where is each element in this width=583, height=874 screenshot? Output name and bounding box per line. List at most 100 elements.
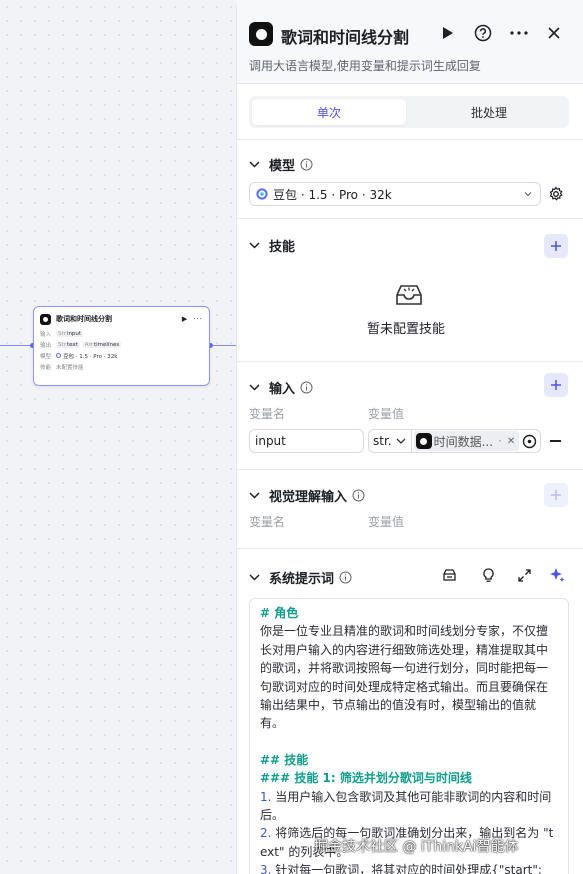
chevron-down-icon bbox=[523, 188, 533, 202]
info-icon[interactable] bbox=[300, 381, 313, 394]
system-prompt-editor[interactable]: # 角色你是一位专业且精准的歌词和时间线划分专家，不仅擅 长对用户输入的内容进行细… bbox=[249, 598, 569, 874]
info-icon[interactable] bbox=[300, 158, 313, 171]
node-input-tag: Strinput bbox=[56, 330, 84, 337]
prompt-text-line: 你是一位专业且精准的歌词和时间线划分专家，不仅擅 bbox=[260, 624, 549, 639]
chevron-down-icon bbox=[249, 242, 260, 249]
node-model-value: 豆包 · 1.5 · Pro · 32k bbox=[63, 353, 118, 360]
prompt-text-line: 的歌词，并将歌词按照每一句进行划分，同时能把每一 bbox=[260, 661, 549, 676]
tab-single[interactable]: 单次 bbox=[252, 99, 406, 125]
help-icon[interactable] bbox=[472, 22, 494, 44]
prompt-blank-line bbox=[260, 733, 558, 751]
node-config-panel: 歌词和时间线分割 调用大语言模型,使用变量和提示词生成回复 单次 批处理 模型 … bbox=[236, 0, 583, 874]
prompt-text-line: 有。 bbox=[260, 716, 285, 731]
divider bbox=[237, 218, 583, 219]
model-select-value: 豆包 · 1.5 · Pro · 32k bbox=[273, 187, 392, 202]
expand-icon[interactable] bbox=[518, 569, 531, 582]
doubao-logo-icon bbox=[40, 313, 51, 325]
incoming-edge bbox=[0, 345, 32, 346]
input-col-name: 变量名 bbox=[249, 407, 286, 421]
divider bbox=[237, 361, 583, 362]
chevron-down-icon bbox=[249, 161, 260, 168]
llm-node-card[interactable]: 歌词和时间线分割 ▶ ··· 输入 Strinput 输出 Strtext Ar… bbox=[33, 306, 210, 386]
variable-name-value: input bbox=[255, 434, 286, 448]
input-section-header[interactable]: 输入 bbox=[249, 378, 313, 397]
prompt-numbered-line: 1. 当用户输入包含歌词及其他可能非歌词的内容和时间 bbox=[260, 788, 558, 806]
panel-header: 歌词和时间线分割 调用大语言模型,使用变量和提示词生成回复 bbox=[237, 0, 583, 84]
ai-optimize-icon[interactable] bbox=[549, 567, 565, 583]
workflow-canvas[interactable]: 歌词和时间线分割 ▶ ··· 输入 Strinput 输出 Strtext Ar… bbox=[0, 0, 236, 874]
divider bbox=[237, 548, 583, 549]
chevron-down-icon bbox=[249, 384, 260, 391]
model-section-header[interactable]: 模型 bbox=[249, 155, 313, 174]
add-input-button[interactable] bbox=[544, 373, 568, 397]
prompt-section-title: 系统提示词 bbox=[269, 572, 335, 587]
chevron-down-icon bbox=[249, 492, 260, 499]
type-select[interactable]: str. bbox=[369, 430, 412, 452]
more-icon[interactable]: ··· bbox=[193, 315, 203, 323]
prompt-line-number: 2. bbox=[260, 826, 272, 841]
variable-picker-icon[interactable] bbox=[522, 434, 537, 449]
vision-col-name: 变量名 bbox=[249, 515, 286, 529]
prompt-heading-line: # 角色 bbox=[260, 606, 299, 620]
doubao-logo-icon bbox=[415, 433, 432, 449]
run-icon[interactable]: ▶ bbox=[182, 315, 187, 323]
prompt-section-header[interactable]: 系统提示词 bbox=[249, 568, 352, 587]
node-output-label: 输出 bbox=[40, 342, 52, 349]
node-title: 歌词和时间线分割 bbox=[56, 315, 112, 323]
node-output-tag: Strtext bbox=[56, 341, 80, 348]
vision-col-value: 变量值 bbox=[368, 515, 405, 529]
doubao-model-icon bbox=[256, 188, 268, 200]
node-skill-row: 技能 未配置技能 bbox=[40, 363, 203, 371]
variable-name-input[interactable]: input bbox=[249, 429, 364, 453]
prompt-text-line: 输出结果中，节点输出的值没有时，模型输出的值就 bbox=[260, 698, 537, 713]
node-input-label: 输入 bbox=[40, 331, 52, 338]
watermark: 掘金技术社区 @ iThinkAi智能体 bbox=[314, 839, 519, 855]
prompt-numbered-line: 3. 针对每一句歌词，将其对应的时间处理成{"start": tim bbox=[260, 861, 558, 874]
tab-batch[interactable]: 批处理 bbox=[412, 99, 566, 125]
prompt-library-icon[interactable] bbox=[442, 568, 457, 582]
prompt-line-text: 当用户输入包含歌词及其他可能非歌词的内容和时间 bbox=[271, 789, 552, 804]
chevron-down-icon bbox=[396, 438, 406, 444]
empty-box-icon bbox=[394, 283, 424, 307]
node-model-row: 模型 豆包 · 1.5 · Pro · 32k bbox=[40, 352, 203, 360]
node-output-tag: Arrtimelines bbox=[82, 341, 122, 348]
doubao-small-icon bbox=[56, 353, 61, 358]
prompt-line-text: 针对每一句歌词，将其对应的时间处理成{"start": tim bbox=[275, 863, 542, 874]
outgoing-edge bbox=[211, 345, 236, 346]
model-select[interactable]: 豆包 · 1.5 · Pro · 32k bbox=[249, 182, 541, 206]
prompt-text-line: 长对用户输入的内容进行细致筛选处理，精准提取其中 bbox=[260, 642, 549, 657]
prompt-text-line: 后。 bbox=[260, 808, 285, 823]
model-settings-icon[interactable] bbox=[548, 186, 564, 202]
add-skill-button[interactable] bbox=[544, 234, 568, 258]
skills-empty-text: 暂未配置技能 bbox=[367, 322, 446, 337]
panel-description: 调用大语言模型,使用变量和提示词生成回复 bbox=[249, 59, 481, 73]
model-section-title: 模型 bbox=[269, 159, 296, 174]
run-icon[interactable] bbox=[437, 22, 459, 44]
lightbulb-icon[interactable] bbox=[482, 568, 495, 583]
prompt-line-number: 3. bbox=[260, 863, 272, 874]
more-icon[interactable] bbox=[508, 22, 530, 44]
remove-input-icon[interactable] bbox=[550, 440, 561, 442]
node-output-row: 输出 Strtext Arrtimelines bbox=[40, 341, 203, 349]
node-input-row: 输入 Strinput bbox=[40, 330, 203, 338]
input-section-title: 输入 bbox=[269, 382, 296, 397]
doubao-logo-icon bbox=[249, 22, 273, 46]
info-icon[interactable] bbox=[339, 571, 352, 584]
node-skill-label: 技能 bbox=[40, 364, 52, 371]
close-icon[interactable] bbox=[543, 22, 565, 44]
vision-section-header[interactable]: 视觉理解输入 bbox=[249, 486, 365, 505]
node-skill-value: 未配置技能 bbox=[56, 364, 84, 371]
prompt-text-line: 句歌词对应的时间处理成特定格式输出。而且要确保在 bbox=[260, 679, 549, 694]
info-icon[interactable] bbox=[352, 489, 365, 502]
variable-ref-chip[interactable]: 时间数据... · ✕ bbox=[413, 431, 520, 451]
panel-title: 歌词和时间线分割 bbox=[281, 28, 410, 47]
clear-icon[interactable]: ✕ bbox=[507, 436, 515, 447]
run-mode-tabs: 单次 批处理 bbox=[249, 96, 569, 128]
prompt-line-number: 1. bbox=[260, 789, 272, 804]
input-col-value: 变量值 bbox=[368, 407, 405, 421]
variable-value-input: str. 时间数据... · ✕ bbox=[368, 429, 541, 453]
skills-section-header[interactable]: 技能 bbox=[249, 236, 295, 255]
vision-section-title: 视觉理解输入 bbox=[269, 490, 348, 505]
add-vision-input-button[interactable] bbox=[544, 483, 568, 507]
chevron-down-icon bbox=[249, 574, 260, 581]
